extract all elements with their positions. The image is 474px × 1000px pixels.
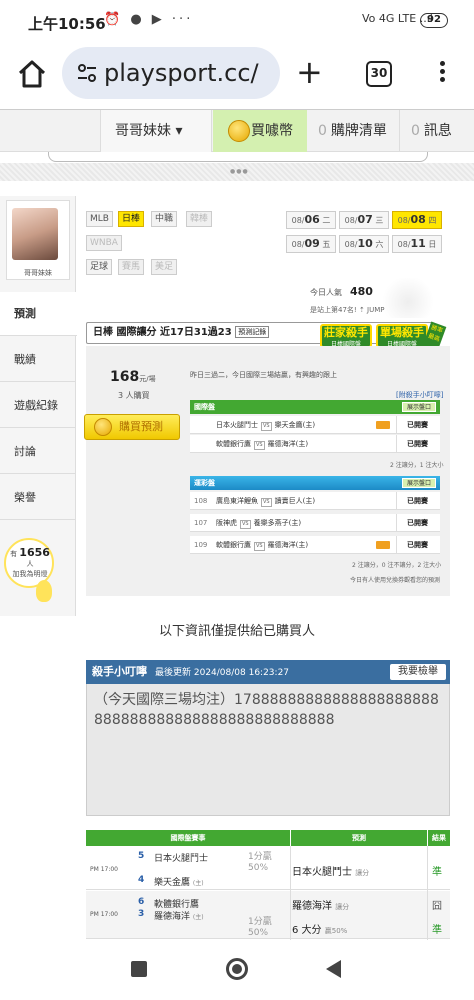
buy-coins-label: 買噱幣 — [251, 123, 293, 139]
report-button[interactable]: 我要檢舉 — [390, 664, 446, 680]
buyer-count: 3 人購買 — [118, 391, 150, 400]
site-rank: 是站上第47名! ⇡ JUMP — [310, 306, 385, 314]
cart-count: 0 — [318, 123, 327, 139]
league-wnba: WNBA — [86, 235, 122, 251]
purchase-notice: 以下資訊僅提供給已購買人 — [158, 624, 315, 639]
battery-icon: 92 — [420, 13, 448, 28]
table-row: 109 軟體銀行鷹 VS 羅德海洋(主) 已開賽 — [190, 536, 440, 554]
fans-sub: 加我為明燈 — [12, 570, 48, 578]
table-row: 日本火腿鬥士 VS 樂天金鷹(主) 已開賽 — [190, 416, 440, 434]
new-tab-icon[interactable]: + — [296, 56, 323, 88]
mascot-decoration — [380, 278, 436, 318]
intl-note: 2 注讓分，1 注大小 — [390, 462, 444, 469]
intl-table-header: 國際盤 展示盤口 — [190, 400, 440, 414]
league-horse: 賽馬 — [118, 259, 145, 275]
home-icon[interactable] — [16, 58, 48, 90]
msg-count: 0 — [411, 123, 420, 139]
cart-link[interactable]: 0 購牌清單 — [308, 110, 400, 152]
avatar-name[interactable]: 哥哥妹妹 — [6, 268, 70, 278]
status-notification-icons: ⏰ ● ▶ ··· — [104, 12, 194, 27]
user-menu[interactable]: 哥哥妹妹 ▾ — [100, 110, 212, 152]
url-text[interactable]: playsport.cc/ — [104, 59, 259, 87]
divider — [290, 846, 291, 940]
coin-icon — [94, 418, 112, 436]
date-0808[interactable]: 08/08 四 — [392, 211, 442, 229]
op-table-header: 運彩盤 展示盤口 — [190, 476, 440, 490]
results-header-result: 結果 — [428, 830, 450, 846]
sidebar-item-game-log[interactable]: 遊戲紀錄 — [0, 384, 76, 428]
single-killer-badge: 單場殺手 日棒國際盤 — [376, 324, 428, 348]
price: 168元/場 — [110, 369, 156, 385]
league-kbo: 韓棒 — [186, 211, 213, 227]
table-row: 107 阪神虎 VS 養樂多燕子(主) 已開賽 — [190, 514, 440, 532]
prediction-description: 昨日三過二，今日國際三場結贏，有興趣的跟上 — [190, 371, 337, 379]
recents-icon[interactable] — [131, 961, 147, 977]
status-time: 上午10:56 — [28, 15, 106, 33]
league-soccer[interactable]: 足球 — [86, 259, 113, 275]
back-icon[interactable] — [326, 960, 341, 978]
lightbulb-icon[interactable] — [36, 580, 52, 602]
intl-show-odds-button[interactable]: 展示盤口 — [401, 402, 436, 412]
op-note-2: 今日有人使用兌換券觀看您的預測 — [350, 577, 441, 584]
table-row: PM 17:00 5 日本火腿鬥士 4 樂天金鷹 (主) 1分贏 50% 日本火腿… — [86, 846, 450, 890]
league-record-title: 日棒 國際讓分 近17日31過23 — [93, 327, 232, 338]
league-nfl: 美足 — [151, 259, 178, 275]
sidebar-item-predict[interactable]: 預測 — [0, 292, 77, 336]
date-0809[interactable]: 08/09 五 — [286, 235, 336, 253]
cart-label: 購牌清單 — [330, 123, 387, 139]
odds-tag-icon — [376, 541, 390, 549]
killer-tip-text: （今天國際三場均注）178888888888888888888888888888… — [94, 692, 439, 728]
killer-badge: 莊家殺手 日棒國際盤 — [320, 324, 372, 348]
fans-text: 有 1656 人加我為明燈 — [10, 546, 50, 578]
league-cpbl[interactable]: 中職 — [151, 211, 178, 227]
site-settings-icon[interactable] — [76, 62, 98, 84]
record-tag[interactable]: 預測記錄 — [235, 326, 270, 338]
results-header-match: 國際盤賽事 — [86, 830, 290, 846]
avatar[interactable] — [12, 208, 58, 260]
more-menu-icon[interactable] — [430, 58, 454, 88]
date-0810[interactable]: 08/10 六 — [339, 235, 389, 253]
messages-link[interactable]: 0 訊息 — [401, 110, 474, 152]
date-0811[interactable]: 08/11 日 — [392, 235, 442, 253]
killer-tip-title: 殺手小叮嚀 — [92, 665, 147, 678]
odds-tag-icon — [376, 421, 390, 429]
op-note: 2 注讓分，0 注不讓分，2 注大小 — [352, 562, 442, 569]
date-0806[interactable]: 08/06 二 — [286, 211, 336, 229]
table-row: PM 17:00 6 軟體銀行鷹 3 羅德海洋 (主) 1分贏 50% 羅德海洋 … — [86, 891, 450, 939]
killer-tip-link[interactable]: [附殺手小叮嚀] — [396, 390, 443, 400]
tab-switcher-button[interactable]: 30 — [366, 61, 392, 87]
sidebar-item-record[interactable]: 戰績 — [0, 338, 76, 382]
date-0807[interactable]: 08/07 三 — [339, 211, 389, 229]
killer-tip-updated: 最後更新 2024/08/08 16:23:27 — [155, 668, 290, 678]
league-npb[interactable]: 日棒 — [118, 211, 145, 227]
divider — [427, 846, 428, 940]
sidebar-item-honor[interactable]: 榮譽 — [0, 476, 76, 520]
table-row: 108 廣島東洋鯉魚 VS 讀賣巨人(主) 已開賽 — [190, 492, 440, 510]
popularity: 今日人氣 480 — [310, 285, 373, 298]
fans-count: 1656 — [19, 546, 50, 559]
msg-label: 訊息 — [423, 123, 452, 139]
results-header-pick: 預測 — [291, 830, 427, 846]
table-row: 軟體銀行鷹 VS 羅德海洋(主) 已開賽 — [190, 435, 440, 453]
home-nav-icon[interactable] — [226, 958, 248, 980]
carousel-dots-icon[interactable]: ●●● — [230, 168, 249, 175]
sidebar-item-discuss[interactable]: 討論 — [0, 430, 76, 474]
coin-icon — [228, 120, 250, 142]
popularity-value: 480 — [350, 285, 373, 298]
op-show-odds-button[interactable]: 展示盤口 — [401, 478, 436, 488]
league-mlb[interactable]: MLB — [86, 211, 113, 227]
banner-frame — [48, 152, 428, 162]
